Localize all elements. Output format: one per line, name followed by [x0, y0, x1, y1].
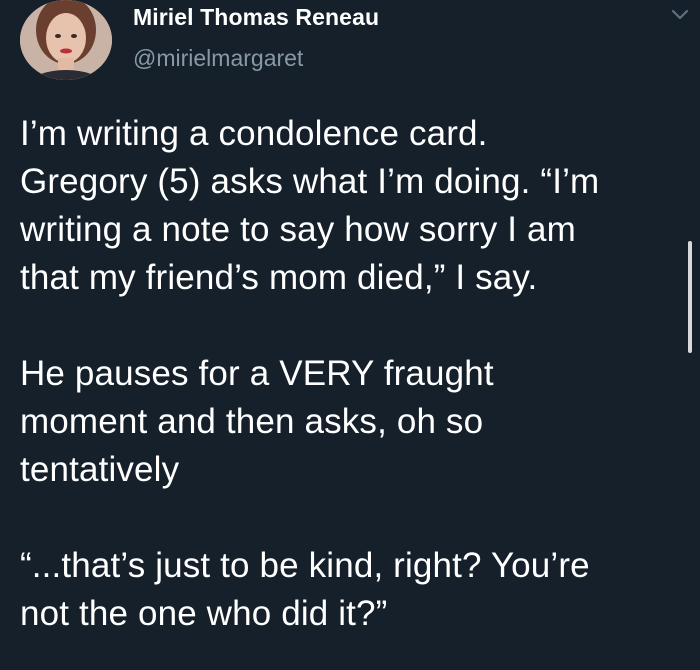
tweet-line: that my friend’s mom died,” I say.: [20, 258, 538, 297]
tweet-line: I’m writing a condolence card.: [20, 114, 488, 153]
tweet: Miriel Thomas Reneau @mirielmargaret I’m…: [0, 0, 700, 670]
avatar[interactable]: [20, 0, 112, 80]
tweet-line: moment and then asks, oh so: [20, 402, 484, 441]
tweet-line: “...that’s just to be kind, right? You’r…: [20, 546, 590, 585]
tweet-line: tentatively: [20, 450, 180, 489]
author-name[interactable]: Miriel Thomas Reneau: [133, 4, 379, 31]
tweet-paragraph: I’m writing a condolence card. Gregory (…: [20, 110, 680, 302]
scrollbar[interactable]: [688, 241, 692, 353]
tweet-paragraph: He pauses for a VERY fraught moment and …: [20, 350, 680, 494]
tweet-line: Gregory (5) asks what I’m doing. “I’m: [20, 162, 600, 201]
tweet-paragraph: “...that’s just to be kind, right? You’r…: [20, 542, 680, 638]
tweet-text: I’m writing a condolence card. Gregory (…: [20, 110, 680, 638]
tweet-line: not the one who did it?”: [20, 594, 388, 633]
tweet-line: writing a note to say how sorry I am: [20, 210, 576, 249]
tweet-line: He pauses for a VERY fraught: [20, 354, 494, 393]
author-handle[interactable]: @mirielmargaret: [133, 45, 303, 72]
chevron-down-icon[interactable]: [668, 6, 692, 24]
profile-photo-icon: [20, 0, 112, 80]
